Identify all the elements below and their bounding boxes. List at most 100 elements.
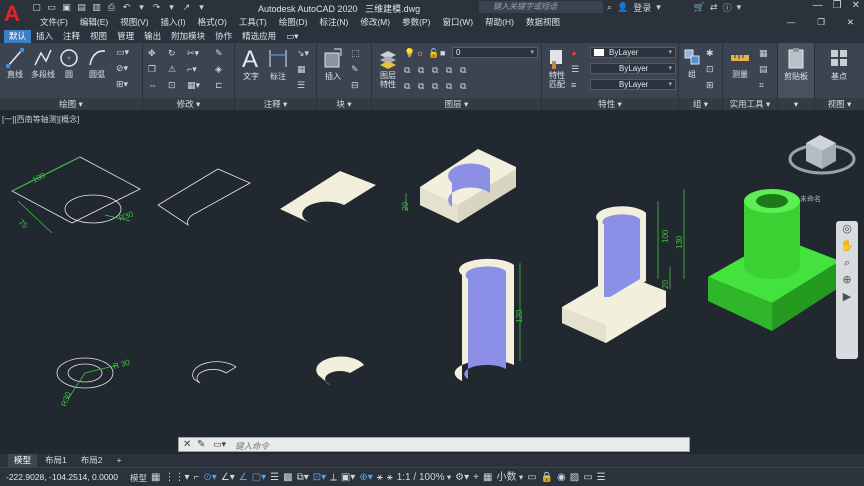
help-dropdown-icon[interactable]: ▾ [737,2,742,13]
plate-solid[interactable]: 20 [401,149,516,223]
panel-utilities-title[interactable]: 实用工具 ▾ [723,98,777,110]
fillet-icon[interactable]: ⌐▾ [187,64,197,74]
linetype-icon[interactable]: ☰ [571,64,579,74]
command-prompt-icon[interactable]: ▭▾ [213,439,226,450]
close-command-icon[interactable]: ✕ [183,439,191,450]
panel-modify-title[interactable]: 修改 ▾ [143,98,234,110]
combined-solid[interactable]: 100 130 20 [562,189,685,343]
copy-icon[interactable]: ❐ [148,64,156,74]
offset-icon[interactable]: ⊏ [215,80,223,90]
text-button[interactable]: A 文字 [239,45,263,82]
wcs-label[interactable]: 未命名 [800,194,821,203]
mtext-icon[interactable]: ☰ [297,80,305,90]
move-icon[interactable]: ✥ [148,48,156,58]
dimension-button[interactable]: 标注 [266,45,290,82]
tab-output[interactable]: 输出 [139,30,166,43]
base-point-button[interactable]: 基点 [825,47,853,82]
command-line[interactable]: ✕ ✎ ▭▾ 键入命令 [178,437,690,452]
rectangle-icon[interactable]: ▭▾ [116,47,129,57]
layer-color-icon[interactable]: ■ [440,48,445,58]
lock-ui-icon[interactable]: 🔒 [541,472,553,484]
annotation-visibility-icon[interactable]: ⚹ [377,472,383,484]
annulus-sketch[interactable]: R 30 R30 [56,357,131,408]
edit-block-icon[interactable]: ✎ [351,64,359,74]
panel-groups-title[interactable]: 组 ▾ [679,98,722,110]
menu-window[interactable]: 窗口(W) [436,15,479,30]
help-icon[interactable]: ⓘ [723,1,732,14]
create-block-icon[interactable]: ⬚ [351,48,360,58]
layer-tool-4-icon[interactable]: ⧉ [446,65,452,75]
search-button-icon[interactable]: ⌕ [607,2,612,13]
erase-icon[interactable]: ✎ [215,48,223,58]
zoom-icon[interactable]: ⌕ [836,255,858,272]
3d-osnap-icon[interactable]: ⊡▾ [313,472,326,484]
half-cylinder-solid[interactable]: 120 [454,258,524,381]
menu-view[interactable]: 视图(V) [114,15,154,30]
command-input[interactable]: 键入命令 [235,440,269,452]
snap-icon[interactable]: ⋮⋮▾ [164,472,189,484]
trim-icon[interactable]: ✂▾ [187,48,199,58]
units-select[interactable]: 小数 ▾ [496,471,523,484]
tab-manage[interactable]: 管理 [112,30,139,43]
customize-qat-icon[interactable]: ▾ [195,1,208,13]
redo-dropdown-icon[interactable]: ▾ [165,1,178,13]
layer-tool-3-icon[interactable]: ⧉ [432,65,438,75]
share-icon[interactable]: ↗ [180,1,193,13]
menu-format[interactable]: 格式(O) [192,15,233,30]
selection-cycling-icon[interactable]: ⧉▾ [297,472,309,484]
layer-thaw-icon[interactable]: ☼ [416,48,424,58]
menu-dataview[interactable]: 数据视图 [520,15,566,30]
stretch-icon[interactable]: ⇔ [148,80,157,90]
isodraft-icon[interactable]: ∠▾ [221,472,235,484]
transparency-icon[interactable]: ▩ [283,472,292,484]
half-ring-sketch[interactable] [192,361,237,384]
autocad-logo-icon[interactable]: A [0,0,24,30]
menu-parameter[interactable]: 参数(P) [396,15,436,30]
workspace-icon[interactable]: ⚙▾ [455,472,469,484]
layer-tool-2-icon[interactable]: ⧉ [418,65,424,75]
block-attr-icon[interactable]: ⊟ [351,80,359,90]
group-button[interactable]: 组 [681,47,703,80]
panel-view-title[interactable]: 视图 ▾ [815,98,864,110]
quick-properties-icon[interactable]: ▭ [527,472,536,484]
customization-icon[interactable]: ☰ [597,472,606,484]
ellipse-icon[interactable]: ⊞▾ [116,79,128,89]
ortho-icon[interactable]: ⌐ [194,472,200,484]
ribbon-toggle-icon[interactable]: ▭▾ [281,30,303,43]
search-input[interactable]: 键入关键字或短语 [479,1,603,13]
undo-icon[interactable]: ↶ [120,1,133,13]
showmotion-icon[interactable]: ▶ [836,289,858,306]
object-snap-track-icon[interactable]: ∠ [239,472,248,484]
restore-icon[interactable]: ❐ [833,0,842,11]
layer-tool-6-icon[interactable]: ⧉ [404,81,410,91]
viewcube[interactable] [788,135,856,175]
color-select[interactable]: ByLayer ▾ [590,47,676,58]
panel-draw-title[interactable]: 绘图 ▾ [0,98,142,110]
group-select-icon[interactable]: ⊞ [706,80,714,90]
new-file-icon[interactable]: ▢ [30,1,43,13]
menu-help[interactable]: 帮助(H) [479,15,520,30]
id-point-icon[interactable]: ▦ [759,48,768,58]
drawing-canvas[interactable]: [一][西南等轴测][概念] 100 R30 75 20 R 30 R30 12… [0,111,864,438]
layer-properties-button[interactable]: 图层 特性 [374,47,402,89]
insert-button[interactable]: 插入 [321,47,345,82]
annotation-monitor-icon[interactable]: + [473,472,479,484]
panel-properties-title[interactable]: 特性 ▾ [542,98,678,110]
model-space-toggle[interactable]: 模型 [130,472,147,484]
menu-dimension[interactable]: 标注(N) [314,15,355,30]
hatch-icon[interactable]: ⊘▾ [116,63,128,73]
customize-command-icon[interactable]: ✎ [197,439,205,450]
user-icon[interactable]: 👤 [617,2,628,13]
ungroup-icon[interactable]: ✱ [706,48,714,58]
calculator-icon[interactable]: ▤ [759,64,768,74]
line-button[interactable]: 直线 [4,47,26,80]
quick-select-icon[interactable]: ⌗ [759,80,764,90]
menu-insert[interactable]: 插入(I) [155,15,192,30]
rotate-icon[interactable]: ↻ [168,48,176,58]
doc-restore-icon[interactable]: ❐ [811,15,831,30]
lineweight-icon[interactable]: ≡ [571,80,576,90]
layer-tool-10-icon[interactable]: ⧉ [460,81,466,91]
lineweight-select[interactable]: ByLayer ▾ [590,79,676,90]
plate-sketch-dimensioned[interactable]: 100 R30 75 [11,156,141,234]
tab-view[interactable]: 视图 [85,30,112,43]
